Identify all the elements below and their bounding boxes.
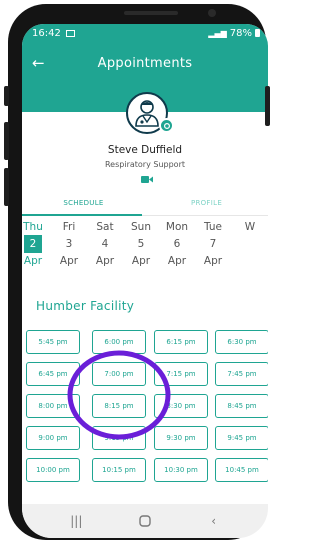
time-slot[interactable]: 8:15 pm xyxy=(92,394,146,418)
time-slot[interactable]: 10:45 pm xyxy=(215,458,268,482)
day-date: 3 xyxy=(65,238,73,250)
day-month: Apr xyxy=(167,255,187,267)
status-time: 16:42 xyxy=(32,27,61,39)
facility-heading: Humber Facility xyxy=(36,299,135,313)
day-name: Fri xyxy=(62,221,76,233)
phone-frame: 16:42 ▂▄▆ 78% ← Appointments Steve Duffi… xyxy=(8,4,268,540)
battery-icon xyxy=(255,29,260,37)
status-bar: 16:42 ▂▄▆ 78% xyxy=(22,24,268,42)
front-camera xyxy=(208,9,216,17)
day-month: Apr xyxy=(23,255,43,267)
time-slot[interactable]: 8:30 pm xyxy=(154,394,208,418)
app-bar: ← Appointments xyxy=(22,42,268,88)
date-selector: Thu 2 Apr Fri 3 Apr Sat 4 Apr Sun 5 Apr … xyxy=(22,216,268,284)
day-item[interactable]: Sun 5 Apr xyxy=(124,219,158,269)
power-button xyxy=(265,86,270,126)
gallery-notification-icon xyxy=(65,29,75,37)
time-slot[interactable]: 8:00 pm xyxy=(26,394,80,418)
video-camera-icon[interactable] xyxy=(141,176,153,183)
time-slot[interactable]: 10:15 pm xyxy=(92,458,146,482)
day-month: Apr xyxy=(203,255,223,267)
day-date: 4 xyxy=(101,238,109,250)
time-slot[interactable]: 7:45 pm xyxy=(215,362,268,386)
day-name: Sun xyxy=(131,221,151,233)
day-date: 7 xyxy=(209,238,217,250)
tab-profile[interactable]: PROFILE xyxy=(145,190,268,215)
day-item[interactable]: Sat 4 Apr xyxy=(88,219,122,269)
tab-bar: SCHEDULE PROFILE xyxy=(22,190,268,216)
battery-level: 78% xyxy=(229,27,252,39)
day-date: 2 xyxy=(24,235,42,253)
day-item[interactable]: Mon 6 Apr xyxy=(160,219,194,269)
time-slot[interactable]: 8:45 pm xyxy=(215,394,268,418)
volume-down-button xyxy=(4,168,9,206)
provider-profile: Steve Duffield Respiratory Support xyxy=(22,88,268,190)
day-item[interactable]: Tue 7 Apr xyxy=(196,219,230,269)
day-name: W xyxy=(244,221,256,233)
time-slot[interactable]: 9:30 pm xyxy=(154,426,208,450)
time-slot[interactable]: 9:15 pm xyxy=(92,426,146,450)
tab-schedule[interactable]: SCHEDULE xyxy=(22,190,145,215)
time-slot[interactable]: 7:00 pm xyxy=(92,362,146,386)
day-name: Sat xyxy=(96,221,114,233)
day-month: Apr xyxy=(95,255,115,267)
day-item[interactable]: Fri 3 Apr xyxy=(52,219,86,269)
provider-name: Steve Duffield xyxy=(107,144,183,156)
time-slot[interactable]: 5:45 pm xyxy=(26,330,80,354)
recent-apps-icon[interactable]: ||| xyxy=(61,511,91,531)
android-nav-bar: ||| ‹ xyxy=(22,504,268,538)
page-title: Appointments xyxy=(97,56,193,71)
screen: 16:42 ▂▄▆ 78% ← Appointments Steve Duffi… xyxy=(22,24,268,538)
speaker-grille xyxy=(124,11,178,15)
time-slot[interactable]: 10:30 pm xyxy=(154,458,208,482)
back-nav-icon[interactable]: ‹ xyxy=(199,511,229,531)
volume-up-button xyxy=(4,122,9,160)
time-slot[interactable]: 10:00 pm xyxy=(26,458,80,482)
day-name: Mon xyxy=(165,221,189,233)
time-slot[interactable]: 6:00 pm xyxy=(92,330,146,354)
time-slot[interactable]: 7:15 pm xyxy=(154,362,208,386)
day-name: Tue xyxy=(204,221,222,233)
time-slot[interactable]: 9:00 pm xyxy=(26,426,80,450)
time-slot[interactable]: 6:45 pm xyxy=(26,362,80,386)
day-date: 6 xyxy=(173,238,181,250)
volume-button xyxy=(4,86,9,106)
home-icon[interactable] xyxy=(130,511,160,531)
time-slot[interactable]: 9:45 pm xyxy=(215,426,268,450)
time-slot[interactable]: 6:15 pm xyxy=(154,330,208,354)
day-item[interactable]: Thu 2 Apr xyxy=(22,219,50,269)
stethoscope-badge-icon xyxy=(159,118,174,133)
day-month: Apr xyxy=(59,255,79,267)
day-date: 5 xyxy=(137,238,145,250)
provider-role: Respiratory Support xyxy=(104,160,185,169)
day-month: Apr xyxy=(131,255,151,267)
day-item[interactable]: W xyxy=(240,219,260,235)
signal-icon: ▂▄▆ xyxy=(208,28,227,38)
time-slot[interactable]: 6:30 pm xyxy=(215,330,268,354)
day-name: Thu xyxy=(23,221,43,233)
